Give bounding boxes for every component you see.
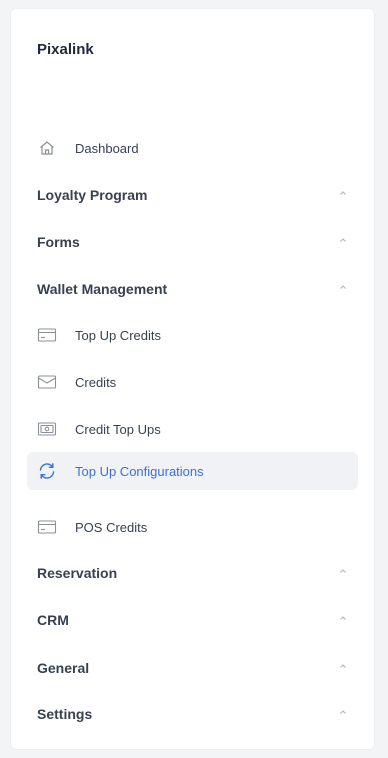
section-label: CRM xyxy=(37,612,69,628)
sidebar-item-dashboard[interactable]: Dashboard xyxy=(11,133,374,163)
section-label: Reservation xyxy=(37,565,118,581)
sidebar: Pixalink Dashboard Loyalty Program Forms… xyxy=(10,8,375,750)
section-label: Wallet Management xyxy=(37,281,168,297)
section-label: Loyalty Program xyxy=(37,187,148,203)
section-general[interactable]: General xyxy=(11,653,374,683)
sidebar-item-credits[interactable]: Credits xyxy=(11,367,374,397)
wallet-icon xyxy=(37,372,57,392)
section-label: Settings xyxy=(37,706,93,722)
section-forms[interactable]: Forms xyxy=(11,227,374,257)
sidebar-item-label: Dashboard xyxy=(75,140,139,156)
sidebar-item-credit-top-ups[interactable]: Credit Top Ups xyxy=(11,414,374,444)
chevron-up-icon xyxy=(340,710,346,714)
chevron-up-icon xyxy=(340,191,346,195)
sidebar-item-pos-credits[interactable]: POS Credits xyxy=(11,512,374,542)
chevron-up-icon xyxy=(340,285,346,289)
sidebar-item-label: Top Up Configurations xyxy=(75,463,204,479)
sidebar-item-top-up-credits[interactable]: Top Up Credits xyxy=(11,320,374,350)
section-settings[interactable]: Settings xyxy=(11,699,374,729)
brand-title: Pixalink xyxy=(37,41,94,58)
sidebar-item-label: Credit Top Ups xyxy=(75,421,161,437)
section-label: Forms xyxy=(37,234,80,250)
chevron-up-icon xyxy=(340,238,346,242)
sidebar-item-top-up-configurations[interactable]: Top Up Configurations xyxy=(27,452,358,490)
sidebar-item-label: Top Up Credits xyxy=(75,327,161,343)
section-loyalty-program[interactable]: Loyalty Program xyxy=(11,180,374,210)
section-reservation[interactable]: Reservation xyxy=(11,558,374,588)
credit-card-icon xyxy=(37,325,57,345)
cash-icon xyxy=(37,419,57,439)
home-icon xyxy=(37,138,57,158)
chevron-up-icon xyxy=(340,569,346,573)
refresh-icon xyxy=(37,461,57,481)
chevron-up-icon xyxy=(340,616,346,620)
sidebar-item-label: POS Credits xyxy=(75,519,148,535)
sidebar-item-label: Credits xyxy=(75,374,117,390)
chevron-up-icon xyxy=(340,664,346,668)
credit-card-icon xyxy=(37,517,57,537)
section-crm[interactable]: CRM xyxy=(11,605,374,635)
section-wallet-management[interactable]: Wallet Management xyxy=(11,274,374,304)
section-label: General xyxy=(37,660,90,676)
